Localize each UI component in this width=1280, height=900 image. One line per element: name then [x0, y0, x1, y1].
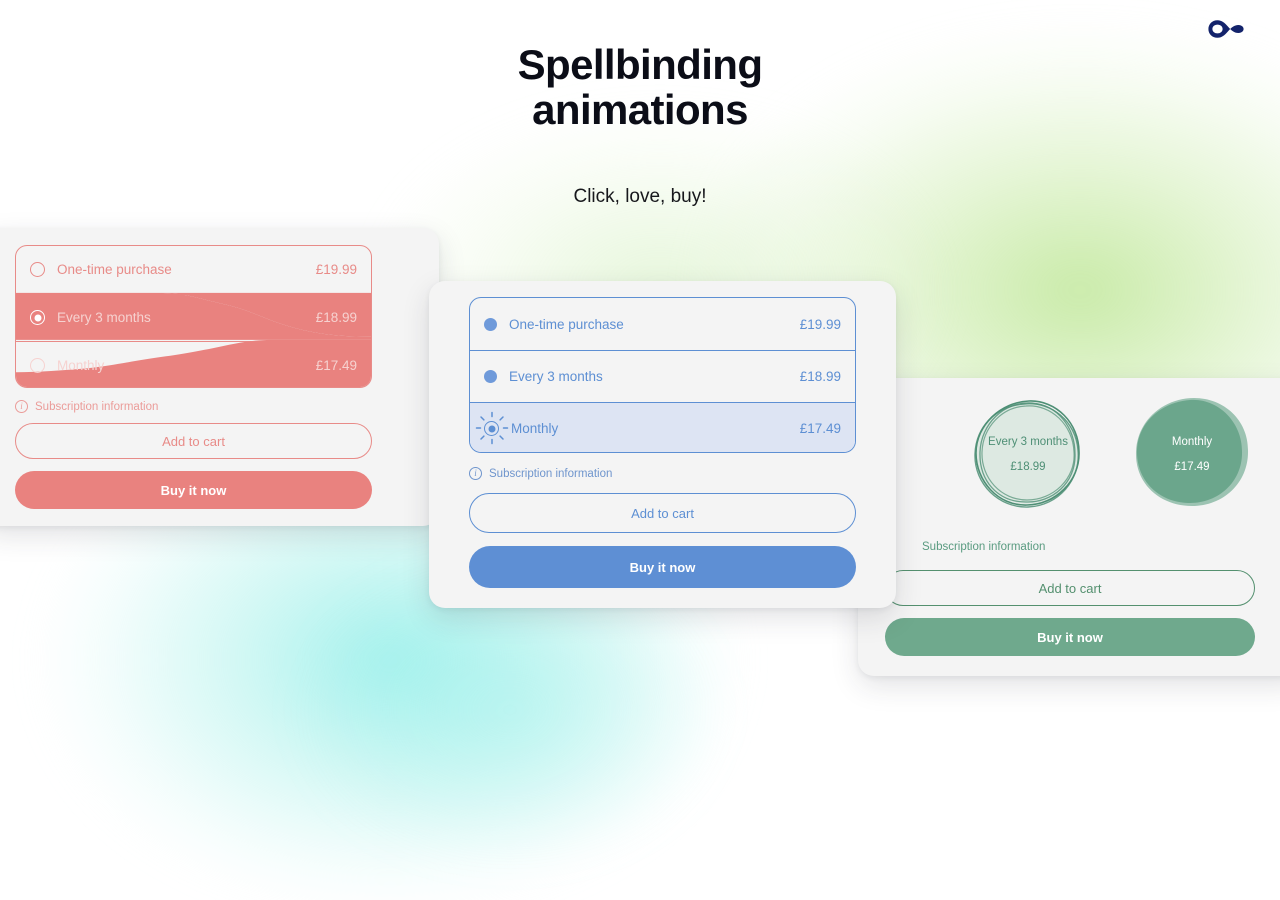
page-subtitle: Click, love, buy!: [573, 186, 707, 207]
plan-bubble-price: £18.99: [1010, 460, 1046, 473]
info-circle-icon: i: [469, 467, 482, 480]
add-to-cart-button[interactable]: Add to cart: [15, 423, 372, 459]
plan-option-label: One-time purchase: [509, 316, 624, 332]
page-title-line-2: animations: [532, 86, 748, 134]
plan-option-price: £19.99: [315, 262, 357, 278]
sketch-circle-icon: [974, 400, 1080, 508]
page-title: Spellbinding animations: [0, 42, 1280, 133]
plan-option-row[interactable]: Every 3 months £18.99: [16, 293, 371, 342]
plan-option-row[interactable]: One-time purchase £19.99: [16, 246, 371, 294]
plan-option-price: £18.99: [315, 310, 357, 326]
radio-button-icon[interactable]: [484, 370, 497, 383]
plan-option-label: Monthly: [511, 421, 559, 436]
plan-option-row[interactable]: Monthly £17.49: [16, 341, 371, 387]
subscription-information-label: Subscription information: [489, 467, 613, 480]
green-plan-selector[interactable]: Every 3 months £18.99 Monthly £17.49: [902, 392, 1249, 522]
plan-option-row-selected[interactable]: Monthly £17.49: [470, 402, 855, 452]
subscription-information-label: Subscription information: [35, 400, 159, 413]
plan-bubble-price: £17.49: [1174, 460, 1210, 473]
plan-bubble-option-selected[interactable]: Monthly £17.49: [1130, 392, 1254, 516]
buy-it-now-button[interactable]: Buy it now: [885, 618, 1255, 656]
plan-option-label: One-time purchase: [57, 262, 172, 278]
subscription-information[interactable]: i Subscription information: [902, 540, 1045, 553]
plan-option-price: £18.99: [799, 369, 841, 384]
buy-it-now-button[interactable]: Buy it now: [469, 546, 856, 588]
subscription-information[interactable]: i Subscription information: [469, 467, 612, 480]
plan-option-price: £19.99: [799, 316, 841, 332]
info-circle-icon: i: [15, 400, 28, 413]
infinity-logo-icon[interactable]: [1204, 12, 1252, 46]
add-to-cart-button[interactable]: Add to cart: [469, 493, 856, 533]
plan-option-price: £17.49: [799, 421, 841, 436]
plan-option-label: Monthly: [57, 357, 105, 373]
blue-plan-selector[interactable]: One-time purchase £19.99 Every 3 months …: [469, 297, 856, 453]
pink-plan-selector[interactable]: One-time purchase £19.99 Every 3 months …: [15, 245, 372, 388]
add-to-cart-button[interactable]: Add to cart: [885, 570, 1255, 606]
radio-button-selected-group[interactable]: [475, 411, 509, 445]
plan-option-label: Every 3 months: [509, 369, 603, 384]
radio-button-icon[interactable]: [30, 262, 45, 278]
pricing-card-blue: One-time purchase £19.99 Every 3 months …: [429, 281, 896, 608]
plan-bubble-label: Every 3 months: [988, 435, 1068, 448]
pricing-card-green: Every 3 months £18.99 Monthly £17.49 i S…: [858, 378, 1280, 676]
buy-it-now-button[interactable]: Buy it now: [15, 471, 372, 509]
plan-bubble-label: Monthly: [1171, 435, 1213, 448]
radio-button-selected-icon[interactable]: [484, 421, 499, 436]
page-title-line-1: Spellbinding: [517, 41, 763, 88]
plan-option-label: Every 3 months: [57, 310, 151, 326]
plan-option-price: £17.49: [315, 357, 357, 373]
filled-blob-icon: [1135, 398, 1249, 506]
pricing-card-pink: One-time purchase £19.99 Every 3 months …: [0, 228, 439, 526]
subscription-information-label: Subscription information: [922, 540, 1046, 553]
plan-bubble-option[interactable]: Every 3 months £18.99: [966, 392, 1090, 516]
radio-button-selected-icon[interactable]: [30, 310, 45, 326]
plan-option-row[interactable]: Every 3 months £18.99: [470, 350, 855, 402]
radio-button-icon[interactable]: [484, 317, 497, 331]
plan-option-row[interactable]: One-time purchase £19.99: [470, 298, 855, 350]
radio-button-icon[interactable]: [30, 357, 45, 373]
subscription-information[interactable]: i Subscription information: [15, 400, 158, 413]
